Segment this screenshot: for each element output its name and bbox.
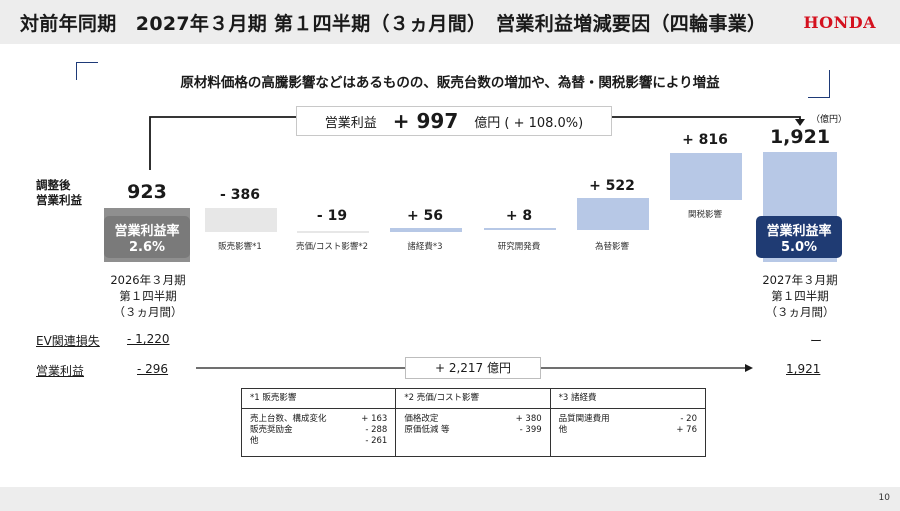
footnote-title: *2 売価/コスト影響 xyxy=(396,389,550,409)
op-end: 1,921 xyxy=(786,362,821,376)
value-sales-impact: - 386 xyxy=(220,187,260,203)
footnote-title: *1 販売影響 xyxy=(242,389,396,409)
total-label: 営業利益 xyxy=(324,115,377,131)
rate-box-end: 営業利益率 5.0% xyxy=(756,216,842,258)
footnote-overhead: *3 諸経費 品質関連費用 - 20 他 + 76 xyxy=(550,389,705,456)
footnote-item: 価格改定 + 380 xyxy=(404,414,542,424)
footnote-price-cost: *2 売価/コスト影響 価格改定 + 380 原価低減 等- 399 xyxy=(396,389,551,456)
footer-bar: 10 xyxy=(0,487,900,511)
ev-loss-label: EV関連損失 xyxy=(36,334,100,348)
unit-note: （億円） xyxy=(811,115,848,125)
side-label-line2: 営業利益 xyxy=(36,193,82,207)
value-fx: + 522 xyxy=(589,178,635,194)
value-overhead: + 56 xyxy=(406,208,444,224)
bar-price-cost xyxy=(297,231,369,233)
footnote-item: 原価低減 等- 399 xyxy=(404,425,542,435)
ev-loss-end: ー xyxy=(810,334,823,348)
bar-rnd xyxy=(484,228,556,230)
period-start: 2026年３月期 第１四半期 （３ヵ月間） xyxy=(110,273,186,319)
bar-overhead xyxy=(390,228,462,232)
page-number: 10 xyxy=(878,493,890,503)
footnote-item: 他 + 76 xyxy=(558,425,697,435)
rate-title-start: 営業利益率 xyxy=(114,224,180,239)
op-label: 営業利益 xyxy=(36,364,85,378)
label-sales-impact: 販売影響*1 xyxy=(218,242,262,252)
value-tariff: + 816 xyxy=(682,132,728,148)
total-unit: 億円 ( + 108.0%) xyxy=(474,115,584,131)
label-fx: 為替影響 xyxy=(594,242,629,252)
value-price-cost: - 19 xyxy=(316,208,348,224)
rate-value-start: 2.6% xyxy=(128,240,166,255)
value-start: 923 xyxy=(127,181,167,203)
footnote-item: 他- 261 xyxy=(250,436,388,446)
rate-box-start: 営業利益率 2.6% xyxy=(104,216,190,258)
footnote-item: 販売奨励金 - 288 xyxy=(250,425,388,435)
ev-loss-start: - 1,220 xyxy=(127,332,170,346)
footnote-item: 売上台数、構成変化 + 163 xyxy=(250,414,388,424)
footnote-table: *1 販売影響 売上台数、構成変化 + 163 販売奨励金 - 288 他- 261… xyxy=(241,388,706,457)
period-end: 2027年３月期 第１四半期 （３ヵ月間） xyxy=(762,273,838,319)
operating-profit-change-box: 営業利益 + 997 億円 ( + 108.0%) xyxy=(296,106,612,136)
adjusted-op-label: 調整後 営業利益 xyxy=(36,178,82,208)
footnote-sales: *1 販売影響 売上台数、構成変化 + 163 販売奨励金 - 288 他- 261 xyxy=(242,389,397,456)
op-start: - 296 xyxy=(137,362,169,376)
value-end: 1,921 xyxy=(769,126,831,148)
label-rnd: 研究開発費 xyxy=(497,242,541,252)
side-label-line1: 調整後 xyxy=(36,178,71,192)
label-price-cost: 売価/コスト影響*2 xyxy=(295,242,369,252)
rate-value-end: 5.0% xyxy=(780,240,818,255)
footnote-item: 品質関連費用 - 20 xyxy=(558,414,697,424)
bar-tariff xyxy=(670,153,742,200)
value-rnd: + 8 xyxy=(505,208,533,224)
bar-sales-impact xyxy=(205,208,277,232)
rate-title-end: 営業利益率 xyxy=(766,224,832,239)
total-value: + 997 xyxy=(392,109,459,133)
bar-fx xyxy=(577,198,649,230)
label-overhead: 諸経費*3 xyxy=(407,242,443,252)
label-tariff: 関税影響 xyxy=(687,210,722,220)
op-diff-box: + 2,217 億円 xyxy=(405,357,541,379)
footnote-title: *3 諸経費 xyxy=(550,389,705,409)
